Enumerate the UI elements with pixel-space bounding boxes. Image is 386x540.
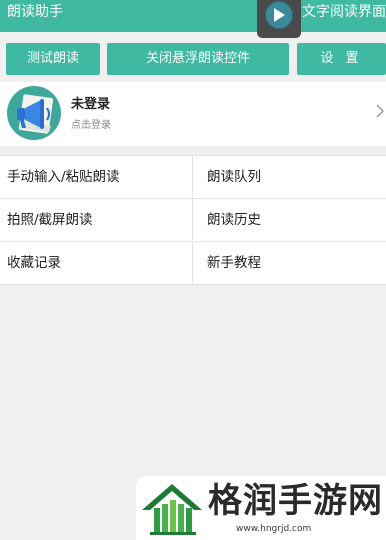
play-icon (274, 8, 285, 22)
floating-read-control[interactable] (257, 0, 301, 38)
site-watermark: 格润手游网 www.hngrjd.com (136, 476, 386, 540)
login-hint: 点击登录 (71, 120, 111, 131)
watermark-brand: 格润手游网 (208, 481, 383, 521)
menu-item-favorites[interactable]: 收藏记录 (0, 241, 193, 283)
text-reading-view-link[interactable]: 文字阅读界面 (302, 3, 386, 21)
user-login-panel[interactable]: 未登录 点击登录 (0, 82, 386, 146)
title-bar: 朗读助手 文字阅读界面 (0, 0, 386, 32)
menu-item-photo-read[interactable]: 拍照/截屏朗读 (0, 198, 193, 240)
watermark-url: www.hngrjd.com (236, 524, 312, 534)
action-button-row: 测试朗读 关闭悬浮朗读控件 设 置 (0, 43, 386, 75)
menu-item-manual-input[interactable]: 手动输入/粘贴朗读 (0, 156, 193, 198)
feature-menu: 手动输入/粘贴朗读 朗读队列 拍照/截屏朗读 朗读历史 收藏记录 新手教程 (0, 155, 386, 285)
settings-button[interactable]: 设 置 (297, 43, 386, 75)
chevron-right-icon (376, 104, 384, 118)
play-button[interactable] (265, 1, 293, 29)
close-floating-control-button[interactable]: 关闭悬浮朗读控件 (107, 43, 289, 75)
app-root: 朗读助手 文字阅读界面 测试朗读 关闭悬浮朗读控件 设 置 未登录 点击登录 手… (0, 0, 386, 540)
avatar (7, 86, 61, 140)
menu-item-read-queue[interactable]: 朗读队列 (193, 156, 386, 198)
megaphone-icon (17, 94, 54, 134)
app-title: 朗读助手 (7, 4, 63, 20)
menu-item-read-history[interactable]: 朗读历史 (193, 198, 386, 240)
menu-item-tutorial[interactable]: 新手教程 (193, 241, 386, 283)
username: 未登录 (71, 97, 111, 112)
test-read-button[interactable]: 测试朗读 (6, 43, 100, 75)
watermark-logo-icon (142, 484, 202, 535)
